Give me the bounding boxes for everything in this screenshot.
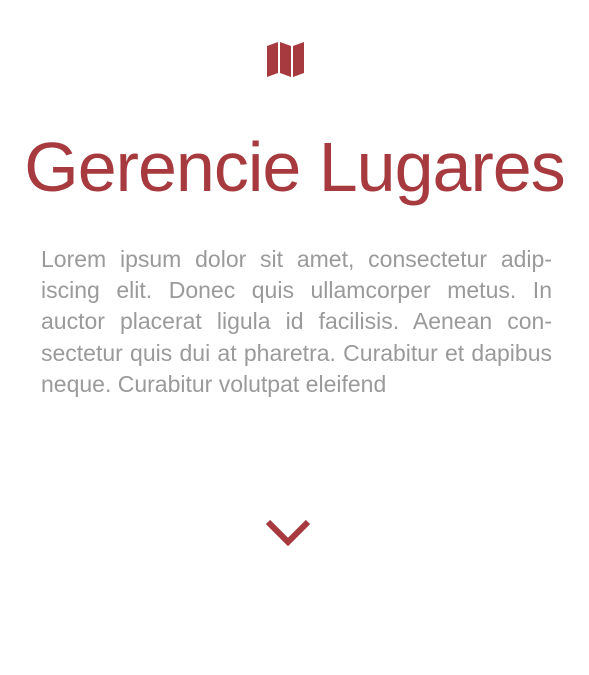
chevron-down-icon[interactable] (264, 518, 312, 548)
map-icon (267, 42, 304, 77)
description-text: Lorem ipsum dolor sit amet, consectetur … (41, 246, 552, 397)
page-title: Gerencie Lugares (24, 128, 565, 206)
